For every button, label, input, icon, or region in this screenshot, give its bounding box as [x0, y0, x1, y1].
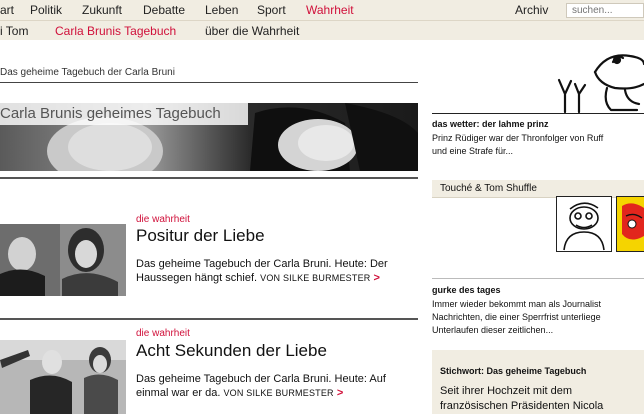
cartoon-thumbnail-icon[interactable] — [616, 196, 644, 252]
gurke-title[interactable]: gurke des tages — [432, 285, 501, 295]
nav-item-debatte[interactable]: Debatte — [143, 3, 185, 17]
stichwort-text: französischen Präsidenten Nicola — [440, 400, 604, 412]
breadcrumb: Das geheime Tagebuch der Carla Bruni — [0, 67, 175, 78]
article-teaser: Das geheime Tagebuch der Carla Bruni. He… — [136, 257, 418, 285]
article-photo — [0, 224, 126, 296]
touche-header: Touché & Tom Shuffle — [432, 180, 644, 197]
nav-item-wahrheit[interactable]: Wahrheit — [306, 3, 354, 17]
more-arrow-icon[interactable]: > — [374, 272, 380, 284]
weather-text: und eine Strafe für... — [432, 146, 514, 156]
divider — [432, 113, 644, 114]
divider — [432, 278, 644, 279]
article-author: VON SILKE BURMESTER — [260, 273, 371, 283]
article-headline[interactable]: Acht Sekunden der Liebe — [136, 341, 327, 361]
touche-title[interactable]: Touché & Tom Shuffle — [440, 183, 537, 194]
weather-title[interactable]: das wetter: der lahme prinz — [432, 119, 549, 129]
article-photo — [0, 340, 126, 414]
article-thumbnail[interactable] — [0, 224, 126, 296]
nav-item-leben[interactable]: Leben — [205, 3, 238, 17]
hero-banner[interactable]: Carla Brunis geheimes Tagebuch — [0, 103, 418, 171]
weather-text: Prinz Rüdiger war der Thronfolger von Ru… — [432, 133, 604, 143]
stichwort-text: Seit ihrer Hochzeit mit dem — [440, 385, 573, 397]
gurke-text: Immer wieder bekommt man als Journalist — [432, 299, 602, 309]
more-arrow-icon[interactable]: > — [337, 387, 343, 399]
nav-item-zukunft[interactable]: Zukunft — [82, 3, 122, 17]
article-teaser: Das geheime Tagebuch der Carla Bruni. He… — [136, 372, 418, 400]
nav-item-politik[interactable]: Politik — [30, 3, 62, 17]
subnav-item-tagebuch[interactable]: Carla Brunis Tagebuch — [55, 24, 176, 38]
stichwort-box: Stichwort: Das geheime Tagebuch Seit ihr… — [432, 350, 644, 414]
stichwort-title[interactable]: Stichwort: Das geheime Tagebuch — [440, 366, 586, 376]
subnav-item-tom[interactable]: i Tom — [0, 24, 28, 38]
search-input[interactable] — [566, 3, 644, 18]
article-author: VON SILKE BURMESTER — [223, 388, 334, 398]
nav-item-art[interactable]: art — [0, 3, 14, 17]
subnav-item-wahrheit[interactable]: über die Wahrheit — [205, 24, 299, 38]
nav-item-sport[interactable]: Sport — [257, 3, 286, 17]
gurke-text: Nachrichten, die einer Sperrfrist unterl… — [432, 312, 601, 322]
divider — [0, 82, 418, 83]
article-thumbnail[interactable] — [0, 340, 126, 414]
hero-caption: Carla Brunis geheimes Tagebuch — [0, 103, 248, 125]
cartoon-thumbnail-icon[interactable] — [556, 196, 612, 252]
divider — [432, 197, 644, 198]
top-navigation: art Politik Zukunft Debatte Leben Sport … — [0, 0, 644, 20]
article-headline[interactable]: Positur der Liebe — [136, 226, 265, 246]
gurke-text: Unterlaufen dieser zeitlichen... — [432, 325, 554, 335]
sub-navigation: i Tom Carla Brunis Tagebuch über die Wah… — [0, 20, 644, 40]
divider — [0, 177, 418, 179]
frog-illustration-icon — [557, 54, 644, 114]
article-kicker: die wahrheit — [136, 214, 190, 225]
divider — [0, 318, 418, 320]
nav-archive-link[interactable]: Archiv — [515, 3, 548, 17]
article-kicker: die wahrheit — [136, 328, 190, 339]
